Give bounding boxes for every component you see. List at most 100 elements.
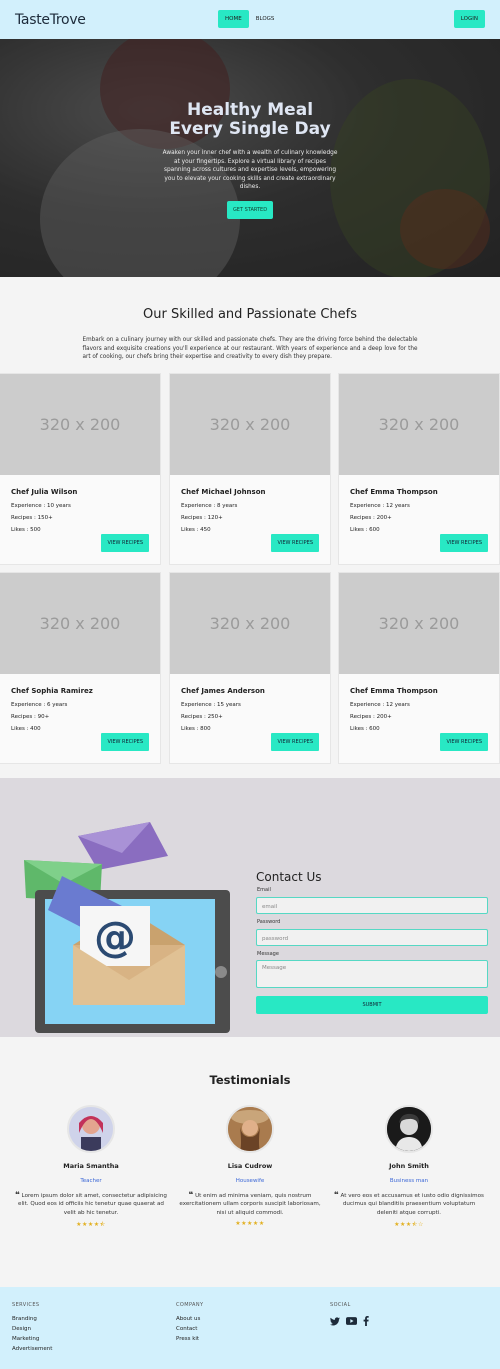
testimonials-title: Testimonials — [209, 1073, 291, 1087]
chef-image-placeholder: 320 x 200 — [0, 374, 160, 475]
testimonial-quote-text: At vero eos et accusamus et iusto odio d… — [340, 1193, 484, 1216]
youtube-icon[interactable] — [346, 1317, 357, 1325]
nav-home-link[interactable]: HOME — [218, 10, 249, 28]
chef-card: 320 x 200 Chef Julia Wilson Experience : 1… — [0, 373, 161, 565]
avatar-image — [228, 1107, 272, 1151]
chef-card: 320 x 200 Chef Sophia Ramirez Experience :… — [0, 572, 161, 764]
footer-link-advertisement[interactable]: Advertisement — [12, 1346, 52, 1352]
footer-link-branding[interactable]: Branding — [12, 1316, 52, 1322]
rating-stars: ★★★⯪☆ — [394, 1221, 424, 1229]
rating-stars: ★★★★⯪ — [76, 1221, 106, 1229]
email-label: Email — [257, 887, 271, 893]
footer-heading: SOCIAL — [330, 1302, 351, 1308]
hero-title-line: Every Single Day — [169, 119, 331, 139]
chef-image-placeholder: 320 x 200 — [170, 573, 330, 674]
view-recipes-button[interactable]: VIEW RECIPES — [101, 733, 149, 751]
chef-card: 320 x 200 Chef Emma Thompson Experience : … — [338, 373, 500, 565]
testimonial-role: Teacher — [80, 1178, 102, 1184]
chefs-title: Our Skilled and Passionate Chefs — [143, 307, 357, 322]
contact-title: Contact Us — [256, 870, 322, 884]
chef-name: Chef Michael Johnson — [181, 488, 266, 496]
testimonial-card: John Smith Business man ❝ At vero eos et… — [329, 1105, 489, 1230]
footer-link-marketing[interactable]: Marketing — [12, 1336, 52, 1342]
avatar — [67, 1105, 115, 1153]
chef-experience: Experience : 12 years — [350, 702, 410, 708]
password-label: Password — [257, 919, 281, 925]
get-started-button[interactable]: GET STARTED — [226, 200, 274, 219]
twitter-icon[interactable] — [330, 1316, 340, 1326]
footer-link-design[interactable]: Design — [12, 1326, 52, 1332]
chef-recipes: Recipes : 200+ — [350, 515, 392, 521]
chef-name: Chef James Anderson — [181, 687, 265, 695]
testimonial-quote: ❝ At vero eos et accusamus et iusto odio… — [329, 1190, 489, 1217]
hero-title: Healthy Meal Every Single Day — [0, 101, 500, 139]
chef-experience: Experience : 6 years — [11, 702, 68, 708]
avatar-image — [69, 1107, 113, 1151]
chef-likes: Likes : 600 — [350, 726, 380, 732]
testimonial-name: John Smith — [389, 1162, 429, 1170]
chefs-section: Our Skilled and Passionate Chefs Embark … — [0, 277, 500, 764]
password-field[interactable]: password — [256, 929, 488, 946]
chef-image-placeholder: 320 x 200 — [339, 573, 499, 674]
testimonial-role: Housewife — [235, 1178, 265, 1184]
hero-title-line: Healthy Meal — [186, 100, 314, 120]
submit-button[interactable]: SUBMIT — [256, 996, 488, 1014]
footer-company: COMPANY About us Contact Press kit — [176, 1302, 203, 1346]
view-recipes-button[interactable]: VIEW RECIPES — [271, 534, 319, 552]
quote-icon: ❝ — [334, 1190, 339, 1199]
top-navbar: TasteTrove HOME BLOGS LOGIN — [0, 0, 500, 39]
hero-content: Healthy Meal Every Single Day Awaken you… — [0, 101, 500, 219]
testimonial-card: Maria Smantha Teacher ❝ Lorem ipsum dolo… — [11, 1105, 171, 1230]
mail-illustration: @ — [24, 822, 230, 1033]
chef-likes: Likes : 600 — [350, 527, 380, 533]
chef-likes: Likes : 800 — [181, 726, 211, 732]
message-field[interactable]: Message — [256, 960, 488, 988]
nav-links: HOME BLOGS — [218, 10, 281, 28]
testimonial-name: Lisa Cudrow — [227, 1162, 273, 1170]
chef-experience: Experience : 15 years — [181, 702, 241, 708]
chef-likes: Likes : 400 — [11, 726, 41, 732]
nav-blogs-link[interactable]: BLOGS — [249, 10, 282, 28]
view-recipes-button[interactable]: VIEW RECIPES — [271, 733, 319, 751]
chef-recipes: Recipes : 250+ — [181, 714, 223, 720]
email-field[interactable]: email — [256, 897, 488, 914]
footer-social: SOCIAL — [330, 1302, 369, 1326]
testimonial-quote: ❝ Ut enim ad minima veniam, quis nostrum… — [170, 1190, 330, 1217]
chef-recipes: Recipes : 200+ — [350, 714, 392, 720]
quote-icon: ❝ — [188, 1190, 194, 1199]
brand-logo[interactable]: TasteTrove — [15, 12, 86, 28]
chef-card: 320 x 200 Chef Michael Johnson Experience … — [169, 373, 331, 565]
chef-name: Chef Julia Wilson — [11, 488, 78, 496]
avatar — [385, 1105, 433, 1153]
svg-text:@: @ — [94, 912, 136, 961]
footer-services: SERVICES Branding Design Marketing Adver… — [12, 1302, 52, 1356]
footer-link-contact[interactable]: Contact — [176, 1326, 203, 1332]
chef-experience: Experience : 10 years — [11, 503, 71, 509]
footer-link-press[interactable]: Press kit — [176, 1336, 203, 1342]
login-button[interactable]: LOGIN — [453, 10, 485, 28]
chef-card: 320 x 200 Chef Emma Thompson Experience : … — [338, 572, 500, 764]
view-recipes-button[interactable]: VIEW RECIPES — [440, 534, 488, 552]
chef-recipes: Recipes : 150+ — [11, 515, 53, 521]
testimonial-quote-text: Lorem ipsum dolor sit amet, consectetur … — [18, 1193, 167, 1216]
message-label: Message — [257, 951, 279, 957]
testimonial-quote: ❝ Lorem ipsum dolor sit amet, consectetu… — [11, 1190, 171, 1217]
avatar-image — [387, 1107, 431, 1151]
chef-image-placeholder: 320 x 200 — [0, 573, 160, 674]
chef-name: Chef Emma Thompson — [350, 488, 438, 496]
hero-text: Awaken your inner chef with a wealth of … — [162, 150, 338, 191]
footer-heading: SERVICES — [12, 1302, 40, 1308]
view-recipes-button[interactable]: VIEW RECIPES — [440, 733, 488, 751]
chef-image-placeholder: 320 x 200 — [170, 374, 330, 475]
chef-recipes: Recipes : 120+ — [181, 515, 223, 521]
contact-section: @ Contact Us Email email Password passwo… — [0, 778, 500, 1037]
social-links — [330, 1316, 369, 1326]
testimonial-name: Maria Smantha — [63, 1162, 119, 1170]
footer-link-about[interactable]: About us — [176, 1316, 203, 1322]
chef-name: Chef Emma Thompson — [350, 687, 438, 695]
footer: SERVICES Branding Design Marketing Adver… — [0, 1287, 500, 1369]
view-recipes-button[interactable]: VIEW RECIPES — [101, 534, 149, 552]
testimonial-role: Business man — [389, 1178, 429, 1184]
facebook-icon[interactable] — [363, 1316, 369, 1326]
chef-likes: Likes : 500 — [11, 527, 41, 533]
